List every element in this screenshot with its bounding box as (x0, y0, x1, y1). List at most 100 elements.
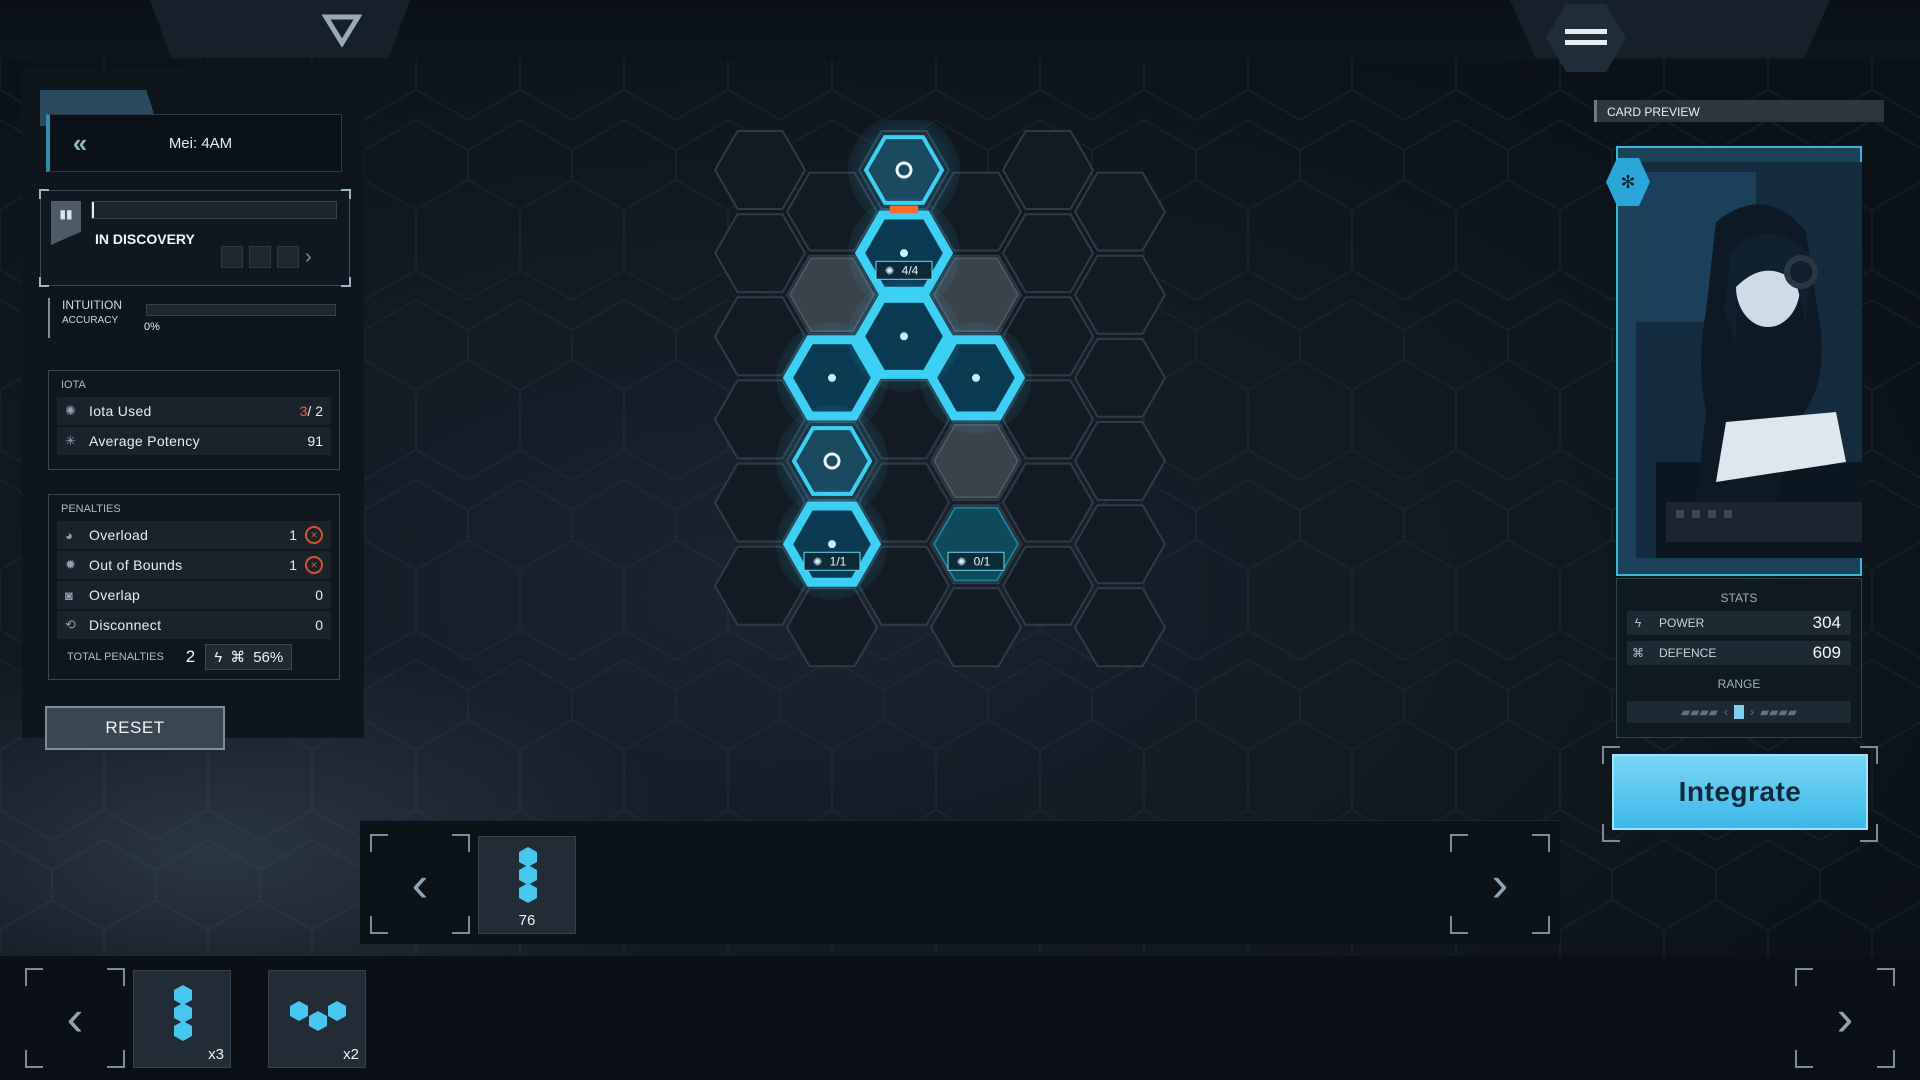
discovery-progress-bar (91, 201, 337, 219)
title-bar: « Mei: 4AM (46, 114, 342, 172)
chevron-left-icon[interactable]: ‹ (25, 968, 125, 1068)
board-cell[interactable] (1073, 504, 1167, 585)
card-frame (1616, 146, 1862, 576)
tray-prev-button[interactable]: ‹ (370, 834, 470, 934)
discovery-slots: › (221, 241, 341, 273)
cell-node (972, 373, 980, 382)
hex-logo-icon[interactable] (312, 6, 372, 54)
power-row: ϟ POWER 304 (1627, 611, 1851, 635)
tray-next-button[interactable]: › (1450, 834, 1550, 934)
bottom-prev-button[interactable]: ‹ (25, 968, 125, 1068)
defence-row: ⌘ DEFENCE 609 (1627, 641, 1851, 665)
chevron-right-icon[interactable]: › (1795, 968, 1895, 1068)
total-penalties-percent-box: ϟ ⌘ 56% (205, 644, 293, 670)
triangle-piece-icon (290, 1001, 346, 1031)
board-cell[interactable] (1001, 130, 1095, 210)
card-preview-header: CARD PREVIEW (1594, 100, 1884, 122)
penalty-value: 0 (315, 587, 323, 603)
page-title: Mei: 4AM (168, 134, 233, 152)
card-artwork (1636, 162, 1862, 558)
board-cell[interactable] (1073, 337, 1167, 418)
iota-icon: ✺ (65, 403, 76, 418)
board-cell[interactable] (1001, 545, 1095, 626)
board-cell[interactable] (1001, 462, 1095, 543)
board-cell[interactable] (1001, 213, 1095, 294)
active-cell[interactable] (863, 135, 945, 205)
cell-node (900, 332, 908, 341)
book-icon: ▮▮ (51, 201, 81, 245)
discovery-slot (277, 246, 299, 268)
iota-icon: ✺ (813, 555, 822, 568)
hex-board[interactable]: ✺ 4/4 ✺ 1/1 ✺ 0/1 (700, 120, 1180, 740)
disconnect-icon: ⟲ (65, 617, 76, 632)
penalty-label: Overload (89, 527, 149, 543)
discovery-slot (249, 246, 271, 268)
iota-max-value: 2 (315, 403, 323, 419)
shield-cross-icon: ⌘ (1632, 646, 1644, 660)
header-title-box: « Mei: 4AM (40, 90, 350, 180)
iota-icon: ✺ (957, 555, 966, 568)
board-cell[interactable] (713, 130, 807, 210)
board-cell[interactable] (713, 213, 807, 294)
penalty-value: 1 (289, 557, 297, 573)
iota-used-row: ✺ Iota Used 3/ 2 (57, 397, 331, 425)
cell-badge-text: 1/1 (830, 554, 847, 568)
cell-node (828, 373, 836, 382)
bottom-next-button[interactable]: › (1795, 968, 1895, 1068)
chevron-right-icon[interactable]: › (1450, 834, 1550, 934)
reset-button[interactable]: RESET (45, 706, 225, 750)
penalty-value: 0 (315, 617, 323, 633)
avg-potency-row: ✳ Average Potency 91 (57, 427, 331, 455)
penalty-label: Out of Bounds (89, 557, 183, 573)
avg-potency-value: 91 (307, 433, 323, 449)
board-cell[interactable] (1073, 421, 1167, 501)
integrate-button[interactable]: Integrate (1612, 754, 1868, 830)
board-cell[interactable] (929, 587, 1023, 668)
total-penalties-label: TOTAL PENALTIES (67, 651, 164, 663)
piece-count: 76 (518, 912, 536, 929)
board-cell[interactable] (1073, 587, 1167, 668)
accuracy-label: ACCURACY (62, 315, 119, 326)
chevron-left-icon[interactable]: ‹ (370, 834, 470, 934)
board-cell[interactable] (1073, 254, 1167, 335)
stats-label: STATS (1720, 591, 1758, 605)
potency-icon: ✳ (65, 433, 76, 448)
power-label: POWER (1659, 616, 1705, 630)
penalties-panel: PENALTIES ◕ Overload 1 ✕ ✹ Out of Bounds… (48, 494, 340, 680)
total-penalties-percent: 56% (253, 648, 284, 666)
back-double-chevron-icon[interactable]: « (50, 128, 110, 159)
intuition-bar (146, 304, 336, 316)
out-of-bounds-icon: ✹ (65, 557, 76, 572)
iota-icon: ✺ (885, 264, 894, 277)
bottom-piece-slot[interactable]: x3 (133, 970, 231, 1068)
discovery-slot (221, 246, 243, 268)
avg-potency-label: Average Potency (89, 433, 200, 449)
penalty-row-overload: ◕ Overload 1 ✕ (57, 521, 331, 549)
range-indicator: ▰▰▰▰ ‹ › ▰▰▰▰ (1627, 701, 1851, 723)
overload-connector (890, 205, 918, 214)
active-cell[interactable] (791, 426, 873, 496)
lightning-icon: ϟ (214, 648, 223, 666)
penalty-warning-icon: ✕ (305, 556, 323, 574)
accuracy-value: 0% (144, 321, 160, 333)
cell-badge-text: 0/1 (974, 554, 991, 568)
defence-label: DEFENCE (1659, 646, 1717, 660)
power-value: 304 (1812, 613, 1841, 632)
discovery-panel: ▮▮ IN DISCOVERY › (39, 189, 351, 287)
defence-value: 609 (1812, 643, 1841, 662)
straight-piece-icon (174, 985, 192, 1041)
chevron-right-icon[interactable]: › (305, 246, 312, 269)
total-penalties-value: 2 (185, 647, 196, 666)
intuition-section: INTUITION ACCURACY 0% (48, 298, 348, 338)
overload-icon: ◕ (65, 527, 73, 543)
range-knob (1734, 705, 1744, 719)
penalty-value: 1 (289, 527, 297, 543)
piece-count: x2 (343, 1046, 359, 1063)
board-cell[interactable] (1073, 171, 1167, 252)
discovery-status: IN DISCOVERY (95, 231, 195, 247)
tray-piece-slot[interactable]: 76 (478, 836, 576, 934)
bottom-piece-slot[interactable]: x2 (268, 970, 366, 1068)
penalty-row-overlap: ◙ Overlap 0 (57, 581, 331, 609)
total-penalties-row: TOTAL PENALTIES 2 ϟ ⌘ 56% (57, 643, 331, 671)
penalty-row-disconnect: ⟲ Disconnect 0 (57, 611, 331, 639)
